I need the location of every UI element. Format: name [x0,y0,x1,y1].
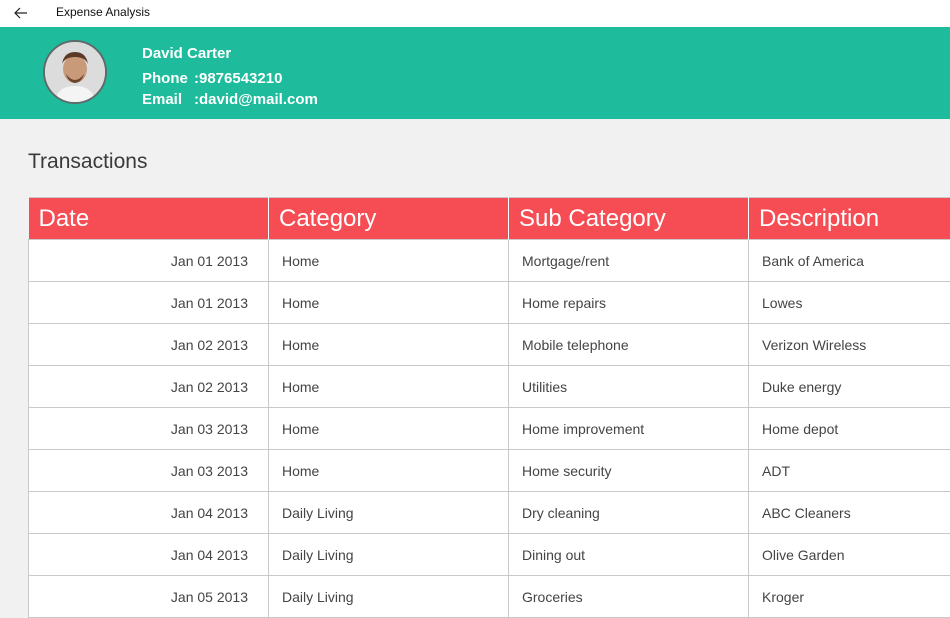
column-header-date[interactable]: Date [29,198,269,240]
profile-header: David Carter Phone:9876543210 Email:davi… [0,27,950,119]
table-row[interactable]: Jan 02 2013 Home Mobile telephone Verizo… [29,324,950,366]
phone-line: Phone:9876543210 [142,70,282,87]
column-header-category[interactable]: Category [269,198,509,240]
table-row[interactable]: Jan 04 2013 Daily Living Dining out Oliv… [29,534,950,576]
cell-sub-category: Groceries [509,576,749,618]
cell-date: Jan 02 2013 [29,324,269,366]
cell-description: Kroger [749,576,950,618]
back-arrow-icon [14,7,28,19]
cell-category: Home [269,240,509,282]
email-value: :david@mail.com [194,91,318,108]
email-line: Email:david@mail.com [142,91,318,108]
email-label: Email [142,91,194,108]
cell-category: Home [269,450,509,492]
cell-date: Jan 04 2013 [29,534,269,576]
avatar [43,40,107,104]
cell-date: Jan 02 2013 [29,366,269,408]
table-header-row: Date Category Sub Category Description [29,198,950,240]
cell-sub-category: Mortgage/rent [509,240,749,282]
cell-description: Home depot [749,408,950,450]
column-header-sub-category[interactable]: Sub Category [509,198,749,240]
table-row[interactable]: Jan 01 2013 Home Home repairs Lowes [29,282,950,324]
table-row[interactable]: Jan 01 2013 Home Mortgage/rent Bank of A… [29,240,950,282]
back-button[interactable] [10,2,32,24]
user-name: David Carter [142,45,231,62]
cell-category: Home [269,366,509,408]
phone-value: :9876543210 [194,70,282,87]
cell-date: Jan 03 2013 [29,408,269,450]
cell-date: Jan 04 2013 [29,492,269,534]
cell-sub-category: Mobile telephone [509,324,749,366]
table-row[interactable]: Jan 02 2013 Home Utilities Duke energy [29,366,950,408]
table-row[interactable]: Jan 05 2013 Daily Living Groceries Kroge… [29,576,950,618]
cell-sub-category: Utilities [509,366,749,408]
cell-category: Daily Living [269,492,509,534]
cell-date: Jan 01 2013 [29,240,269,282]
transactions-title: Transactions [28,150,147,174]
cell-description: Bank of America [749,240,950,282]
cell-date: Jan 01 2013 [29,282,269,324]
table-row[interactable]: Jan 03 2013 Home Home security ADT [29,450,950,492]
cell-category: Home [269,408,509,450]
cell-description: Verizon Wireless [749,324,950,366]
cell-category: Daily Living [269,534,509,576]
cell-description: Lowes [749,282,950,324]
transactions-table: Date Category Sub Category Description J… [28,197,950,618]
cell-description: Duke energy [749,366,950,408]
cell-sub-category: Home security [509,450,749,492]
app-title: Expense Analysis [56,5,150,19]
cell-sub-category: Dry cleaning [509,492,749,534]
table-row[interactable]: Jan 03 2013 Home Home improvement Home d… [29,408,950,450]
cell-category: Home [269,324,509,366]
cell-sub-category: Home improvement [509,408,749,450]
cell-sub-category: Dining out [509,534,749,576]
user-avatar-icon [45,42,105,102]
title-bar: Expense Analysis [0,0,950,27]
cell-sub-category: Home repairs [509,282,749,324]
cell-description: ADT [749,450,950,492]
cell-category: Home [269,282,509,324]
cell-date: Jan 05 2013 [29,576,269,618]
column-header-description[interactable]: Description [749,198,950,240]
table-row[interactable]: Jan 04 2013 Daily Living Dry cleaning AB… [29,492,950,534]
phone-label: Phone [142,70,194,87]
cell-description: Olive Garden [749,534,950,576]
cell-date: Jan 03 2013 [29,450,269,492]
cell-category: Daily Living [269,576,509,618]
cell-description: ABC Cleaners [749,492,950,534]
